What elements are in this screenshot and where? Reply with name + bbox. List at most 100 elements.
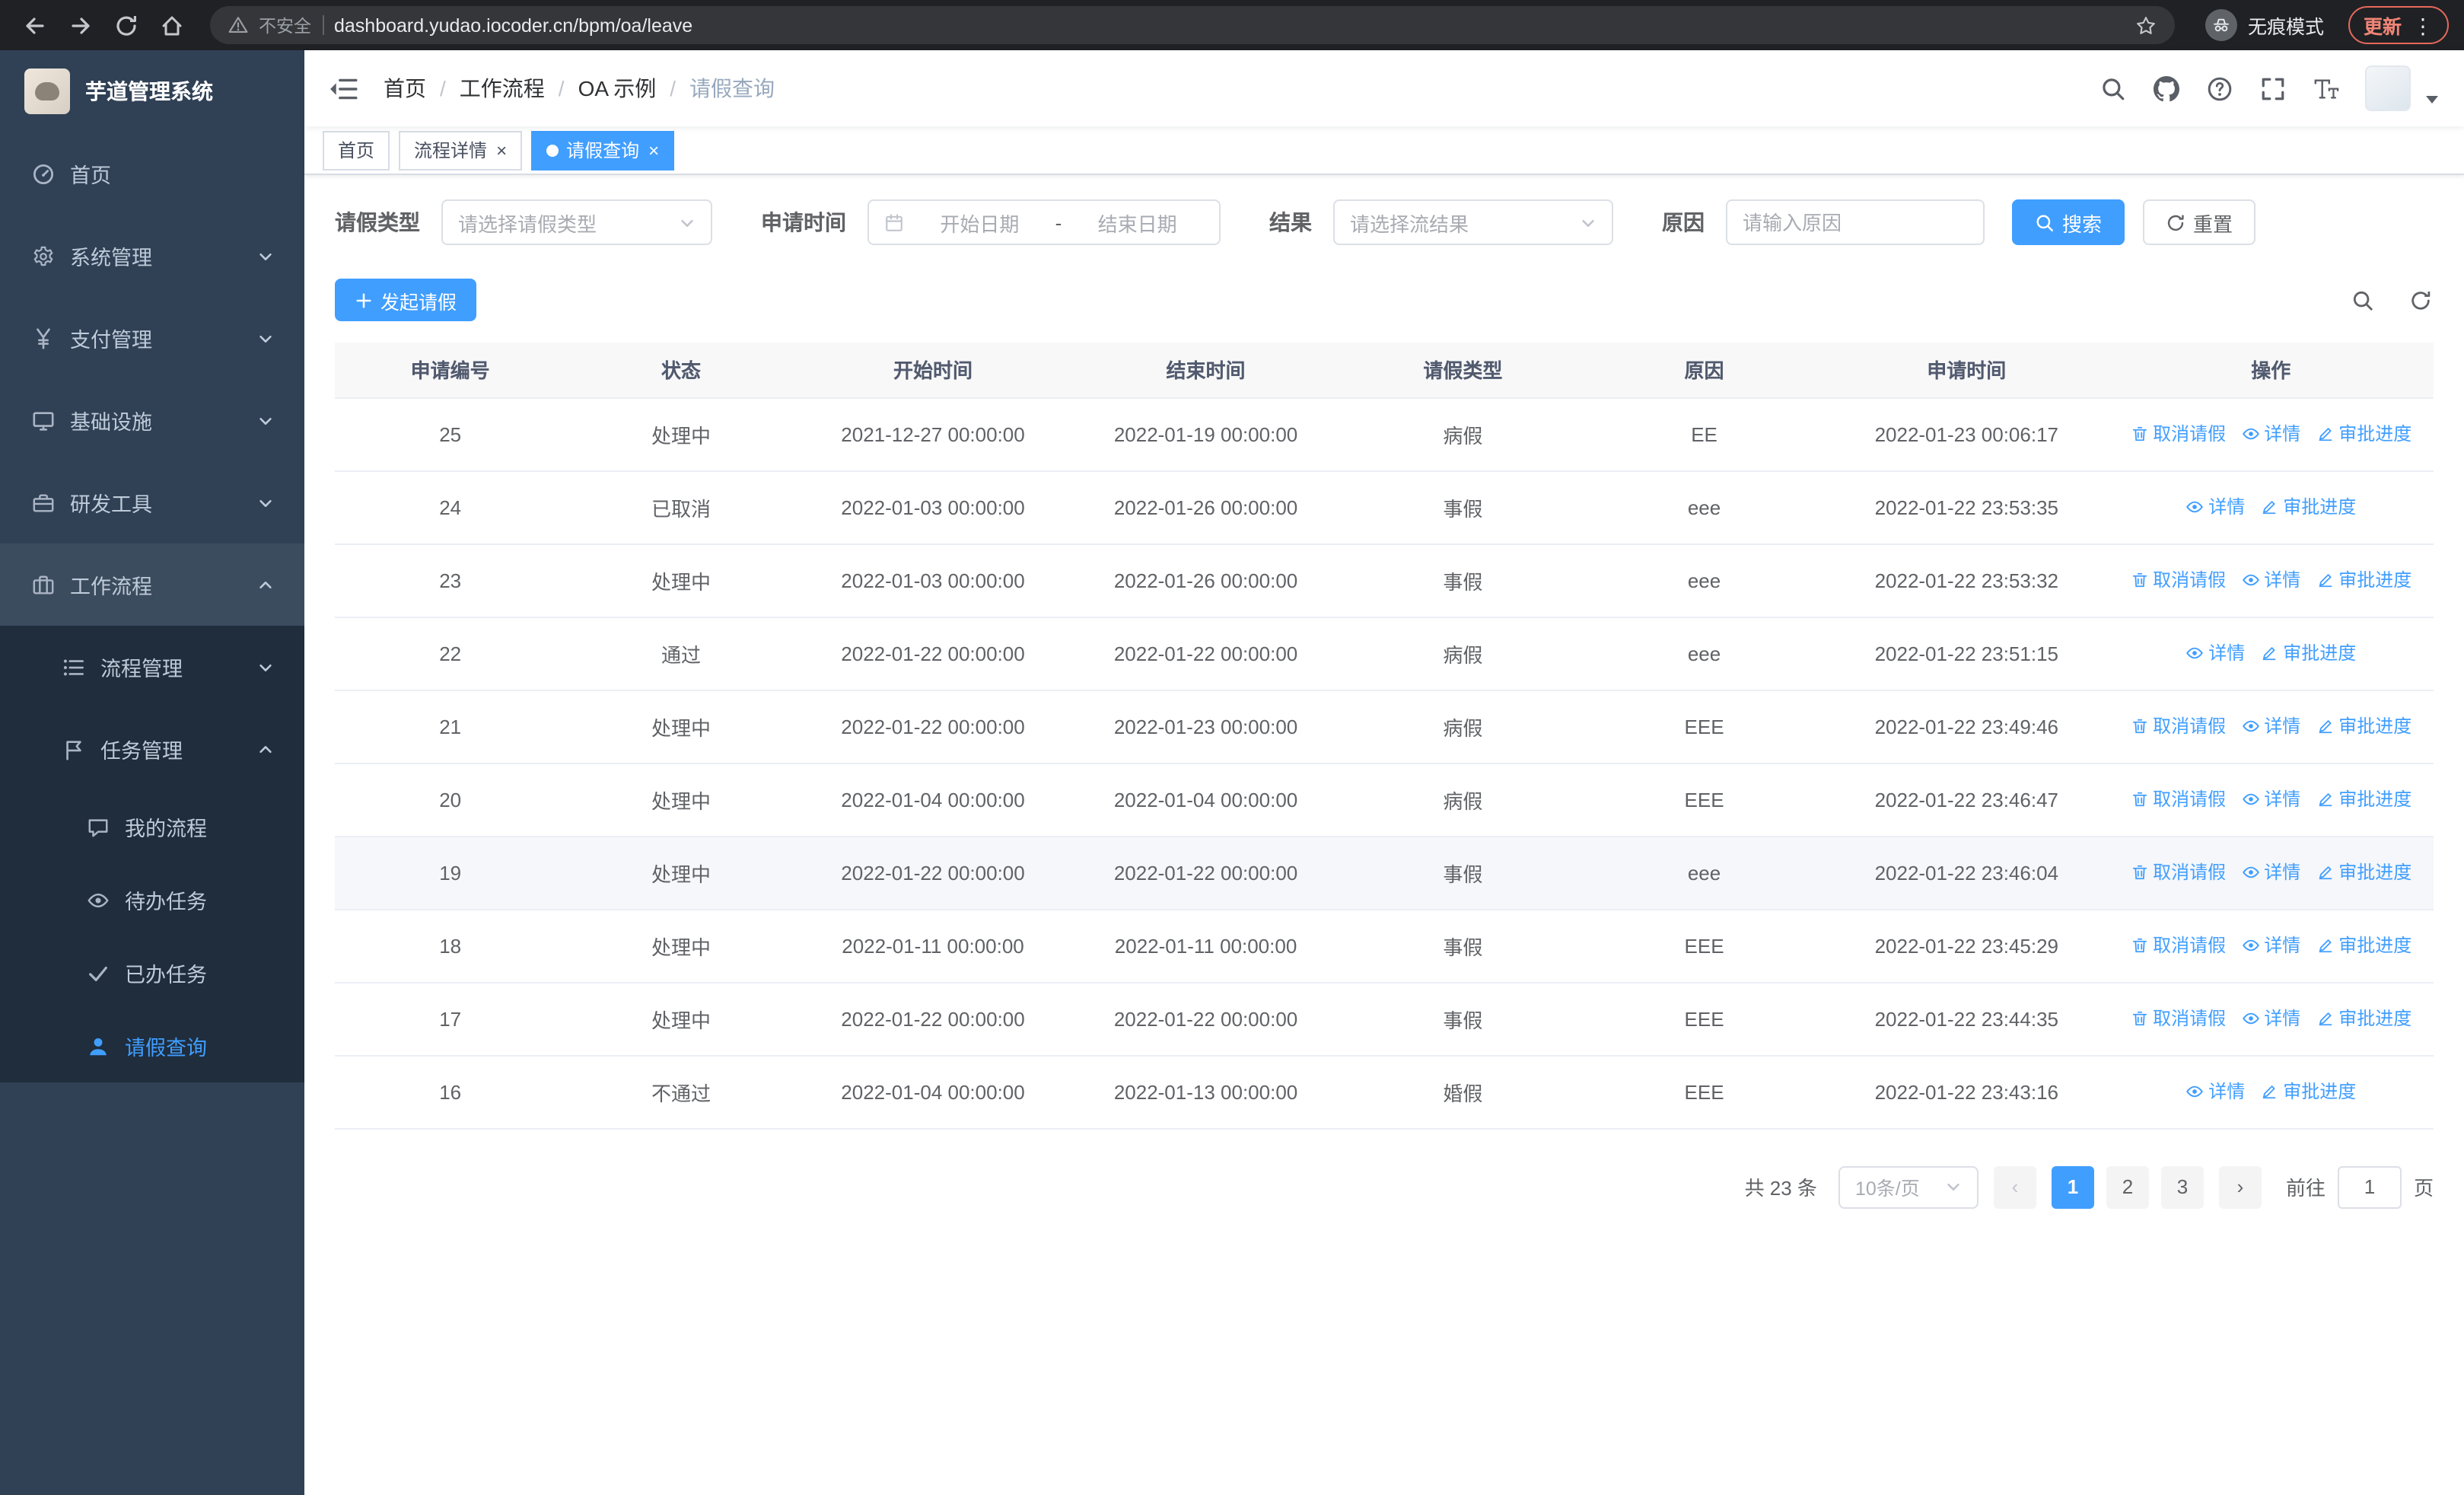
refresh-table-icon[interactable] [2406, 286, 2434, 314]
table-row[interactable]: 22 通过 2022-01-22 00:00:00 2022-01-22 00:00:… [335, 617, 2434, 690]
header-search-icon[interactable] [2099, 75, 2126, 102]
sidebar-item-home[interactable]: 首页 [0, 132, 304, 215]
detail-action[interactable]: 详情 [2241, 786, 2300, 812]
result-select[interactable]: 请选择流结果 [1333, 199, 1613, 245]
table-row[interactable]: 24 已取消 2022-01-03 00:00:00 2022-01-26 00:00… [335, 470, 2434, 544]
table-row[interactable]: 17 处理中 2022-01-22 00:00:00 2022-01-22 00:00… [335, 982, 2434, 1056]
sidebar-item-system[interactable]: 系统管理 [0, 215, 304, 297]
breadcrumb-item[interactable]: 首页 [384, 73, 426, 104]
address-bar[interactable]: 不安全 dashboard.yudao.iocoder.cn/bpm/oa/le… [210, 6, 2175, 44]
approval-progress-action[interactable]: 审批进度 [2316, 713, 2411, 739]
cancel-leave-action[interactable]: 取消请假 [2130, 713, 2226, 739]
browser-menu-icon[interactable]: ⋮ [2412, 14, 2434, 36]
cancel-leave-action[interactable]: 取消请假 [2130, 567, 2226, 593]
leave-type-select[interactable]: 请选择请假类型 [441, 199, 712, 245]
sidebar-item-my-process[interactable]: 我的流程 [0, 790, 304, 863]
avatar-dropdown-caret-icon[interactable] [2424, 91, 2440, 111]
action-label: 详情 [2264, 935, 2301, 957]
sidebar-item-workflow[interactable]: 工作流程 [0, 543, 304, 626]
sidebar-collapse-icon[interactable] [329, 73, 359, 104]
forward-icon[interactable] [61, 5, 100, 45]
sidebar-item-todo-tasks[interactable]: 待办任务 [0, 863, 304, 936]
breadcrumb-item[interactable]: OA 示例 [578, 73, 657, 104]
tab-leave-query[interactable]: 请假查询 × [531, 130, 675, 170]
action-label: 审批进度 [2338, 423, 2412, 445]
approval-progress-action[interactable]: 审批进度 [2316, 421, 2411, 447]
cancel-leave-action[interactable]: 取消请假 [2130, 421, 2226, 447]
user-avatar[interactable] [2365, 65, 2411, 111]
sidebar-item-payment[interactable]: 支付管理 [0, 297, 304, 379]
breadcrumb-item: 请假查询 [689, 76, 775, 100]
approval-progress-action[interactable]: 审批进度 [2260, 640, 2356, 666]
sidebar-item-dev-tools[interactable]: 研发工具 [0, 461, 304, 543]
approval-progress-action[interactable]: 审批进度 [2316, 1006, 2411, 1031]
detail-action[interactable]: 详情 [2185, 494, 2245, 520]
table-row[interactable]: 25 处理中 2021-12-27 00:00:00 2022-01-19 00:00… [335, 397, 2434, 471]
detail-action[interactable]: 详情 [2241, 859, 2300, 885]
reset-button[interactable]: 重置 [2143, 199, 2256, 245]
cancel-leave-action[interactable]: 取消请假 [2130, 859, 2226, 885]
help-icon[interactable] [2205, 75, 2233, 102]
create-leave-button[interactable]: 发起请假 [335, 279, 477, 321]
detail-action[interactable]: 详情 [2241, 567, 2300, 593]
table-row[interactable]: 19 处理中 2022-01-22 00:00:00 2022-01-22 00:00… [335, 836, 2434, 910]
detail-action[interactable]: 详情 [2241, 713, 2300, 739]
page-button-3[interactable]: 3 [2160, 1165, 2204, 1208]
detail-action[interactable]: 详情 [2185, 1079, 2245, 1105]
tab-home[interactable]: 首页 [323, 130, 390, 170]
cell-actions: 取消请假 详情 审批进度 [2108, 690, 2434, 763]
page-size-select[interactable]: 10条/页 [1838, 1165, 1979, 1208]
url-text[interactable]: dashboard.yudao.iocoder.cn/bpm/oa/leave [334, 14, 2125, 36]
apply-time-range-picker[interactable]: 开始日期 - 结束日期 [867, 199, 1221, 245]
goto-page-input[interactable] [2337, 1165, 2402, 1208]
detail-action[interactable]: 详情 [2241, 932, 2300, 958]
prev-page-button[interactable]: ‹ [1993, 1165, 2036, 1208]
home-icon[interactable] [152, 5, 192, 45]
bookmark-star-icon[interactable] [2135, 14, 2157, 36]
approval-progress-action[interactable]: 审批进度 [2316, 567, 2411, 593]
close-tab-icon[interactable]: × [648, 141, 659, 159]
sidebar-item-task-management[interactable]: 任务管理 [0, 708, 304, 790]
fullscreen-icon[interactable] [2259, 75, 2286, 102]
sidebar-item-infrastructure[interactable]: 基础设施 [0, 379, 304, 461]
toggle-search-icon[interactable] [2348, 286, 2376, 314]
page-button-2[interactable]: 2 [2106, 1165, 2149, 1208]
reason-input[interactable] [1743, 211, 1968, 234]
cell-no: 16 [335, 1055, 566, 1129]
sidebar-item-process-management[interactable]: 流程管理 [0, 626, 304, 708]
close-tab-icon[interactable]: × [496, 141, 507, 159]
cancel-leave-action[interactable]: 取消请假 [2130, 932, 2226, 958]
browser-update-button[interactable]: 更新 ⋮ [2348, 6, 2449, 44]
app-logo[interactable]: 芋道管理系统 [0, 50, 304, 132]
table-row[interactable]: 16 不通过 2022-01-04 00:00:00 2022-01-13 00:00… [335, 1055, 2434, 1129]
reload-icon[interactable] [107, 5, 146, 45]
page-button-1[interactable]: 1 [2051, 1165, 2094, 1208]
table-row[interactable]: 18 处理中 2022-01-11 00:00:00 2022-01-11 00:00… [335, 909, 2434, 983]
approval-progress-action[interactable]: 审批进度 [2316, 786, 2411, 812]
detail-action[interactable]: 详情 [2241, 421, 2300, 447]
github-icon[interactable] [2152, 75, 2179, 102]
sidebar-item-leave-query[interactable]: 请假查询 [0, 1009, 304, 1082]
font-size-icon[interactable] [2312, 75, 2339, 102]
search-button[interactable]: 搜索 [2012, 199, 2125, 245]
detail-action[interactable]: 详情 [2185, 640, 2245, 666]
security-label[interactable]: 不安全 [259, 13, 311, 37]
approval-progress-action[interactable]: 审批进度 [2260, 1079, 2356, 1105]
table-row[interactable]: 21 处理中 2022-01-22 00:00:00 2022-01-23 00:00… [335, 690, 2434, 763]
chevron-down-icon [1945, 1178, 1962, 1195]
tab-process-detail[interactable]: 流程详情 × [399, 130, 523, 170]
action-label: 取消请假 [2153, 569, 2227, 591]
approval-progress-action[interactable]: 审批进度 [2316, 859, 2411, 885]
detail-action[interactable]: 详情 [2241, 1006, 2300, 1031]
cancel-leave-action[interactable]: 取消请假 [2130, 786, 2226, 812]
table-row[interactable]: 20 处理中 2022-01-04 00:00:00 2022-01-04 00:00… [335, 763, 2434, 837]
cell-no: 20 [335, 763, 566, 837]
next-page-button[interactable]: › [2218, 1165, 2262, 1208]
approval-progress-action[interactable]: 审批进度 [2316, 932, 2411, 958]
table-row[interactable]: 23 处理中 2022-01-03 00:00:00 2022-01-26 00:00… [335, 543, 2434, 617]
sidebar-item-done-tasks[interactable]: 已办任务 [0, 936, 304, 1009]
breadcrumb-item[interactable]: 工作流程 [460, 73, 545, 104]
back-icon[interactable] [15, 5, 55, 45]
cancel-leave-action[interactable]: 取消请假 [2130, 1006, 2226, 1031]
approval-progress-action[interactable]: 审批进度 [2260, 494, 2356, 520]
